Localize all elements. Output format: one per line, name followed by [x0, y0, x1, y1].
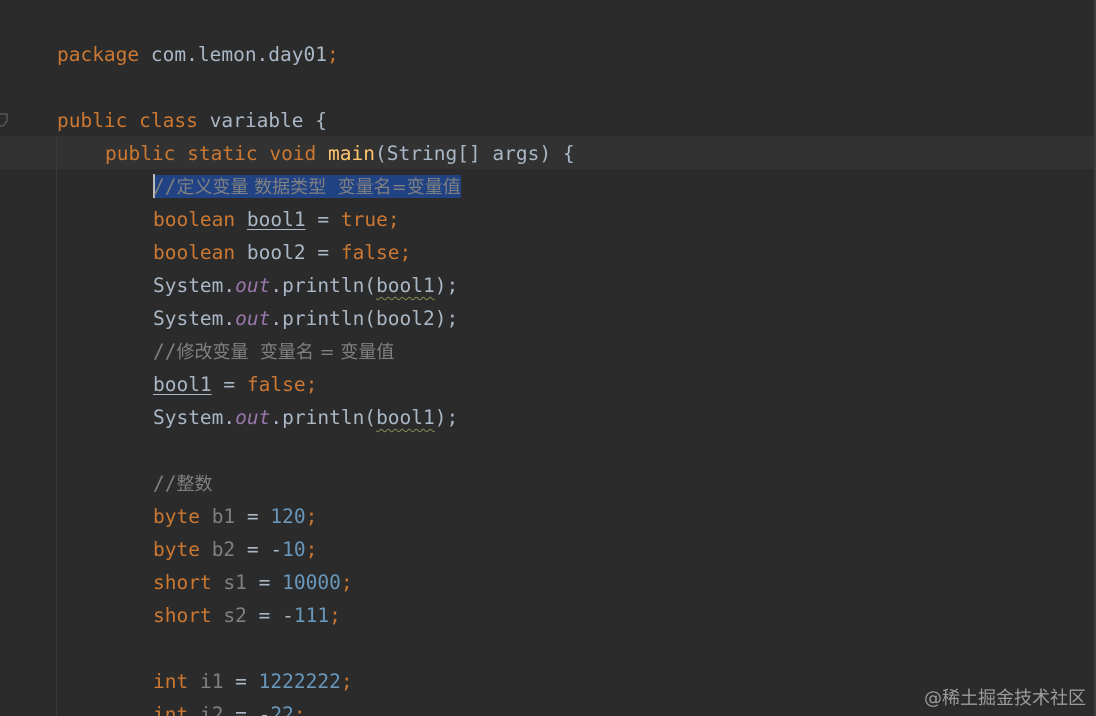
fold-marker-icon[interactable] — [0, 112, 8, 128]
semicolon: ; — [340, 670, 353, 693]
code-line-println-bool1-again[interactable]: System.out.println(bool1); — [106, 368, 458, 429]
code-line-comment-define[interactable]: //定义变量 数据类型 变量名=变量值 — [106, 137, 461, 198]
code-line-main-method[interactable]: public static void main(String[] args) { — [58, 104, 575, 165]
code-line-byte-b2[interactable]: byte b2 = -10; — [106, 500, 317, 561]
code-editor[interactable]: package com.lemon.day01; public class va… — [0, 0, 1096, 716]
semicolon: ; — [293, 703, 306, 716]
operator: = - — [223, 703, 271, 716]
argument: bool1 — [376, 406, 435, 429]
code-line-comment-integer[interactable]: //整数 — [106, 434, 212, 495]
keyword: package — [56, 43, 140, 66]
code-line-class-decl[interactable]: public class variable { — [10, 71, 327, 132]
code-line-bool1-assign[interactable]: bool1 = false; — [106, 335, 317, 396]
code-line-int-i2[interactable]: int i2 = -22; — [106, 665, 306, 716]
code-line-int-i1[interactable]: int i1 = 1222222; — [106, 632, 353, 693]
variable-name: i2 — [199, 703, 224, 716]
type-keyword: int — [152, 703, 189, 716]
semicolon: ; — [340, 571, 353, 594]
code-line-package[interactable]: package com.lemon.day01; — [10, 5, 339, 66]
semicolon: ; — [327, 43, 339, 66]
code-line-byte-b1[interactable]: byte b1 = 120; — [106, 467, 317, 528]
code-line-bool1-decl[interactable]: boolean bool1 = true; — [106, 170, 400, 231]
variable-name: s2 — [223, 604, 247, 627]
package-name: com.lemon.day01 — [139, 43, 327, 66]
number-literal: 111 — [293, 604, 330, 627]
code-line-short-s2[interactable]: short s2 = -111; — [106, 566, 341, 627]
call-close: ); — [434, 406, 459, 429]
code-line-println-bool1[interactable]: System.out.println(bool1); — [106, 236, 458, 297]
operator: = - — [246, 604, 294, 627]
static-field: out — [235, 406, 271, 429]
type-keyword: short — [152, 604, 212, 627]
number-literal: 22 — [270, 703, 294, 716]
watermark: @稀土掘金技术社区 — [924, 688, 1086, 709]
code-line-bool2-decl[interactable]: boolean bool2 = false; — [106, 203, 411, 264]
system-class: System. — [152, 406, 236, 429]
indent-guide — [56, 136, 57, 716]
method-call: .println( — [270, 406, 377, 429]
semicolon: ; — [329, 604, 341, 627]
code-line-println-bool2[interactable]: System.out.println(bool2); — [106, 269, 458, 330]
code-line-comment-modify[interactable]: //修改变量 变量名 = 变量值 — [106, 302, 394, 363]
code-line-short-s1[interactable]: short s1 = 10000; — [106, 533, 353, 594]
